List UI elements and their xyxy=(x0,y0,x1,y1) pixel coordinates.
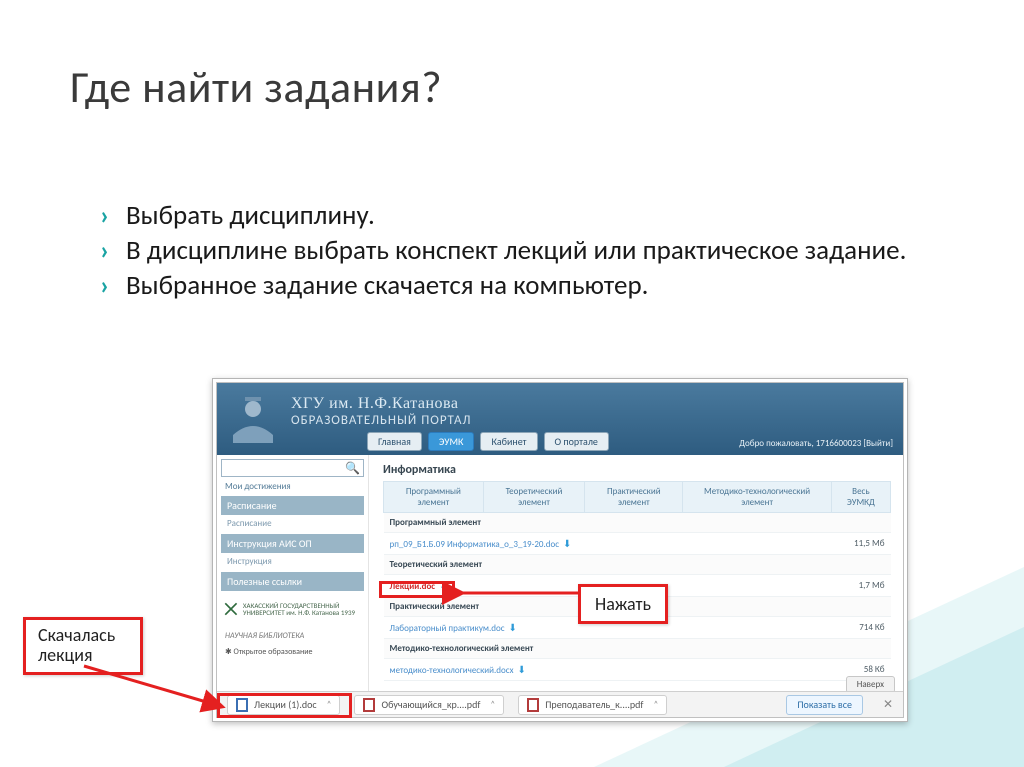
chevron-up-icon: ˄ xyxy=(653,699,658,710)
arrow-to-lecture xyxy=(454,584,580,602)
sidebar-library-link[interactable]: НАУЧНАЯ БИБЛИОТЕКА xyxy=(221,627,364,645)
col-method[interactable]: Методико-технологический элемент xyxy=(683,482,831,513)
elements-table: Программный элемент Теоретический элемен… xyxy=(383,481,891,681)
download-chip-pdf1[interactable]: Обучающийся_кр....pdf ˄ xyxy=(354,695,504,715)
table-row: методико-технологический.docx⬇ 58 Кб xyxy=(384,659,891,681)
sidebar-head-links: Полезные ссылки xyxy=(221,572,364,591)
table-row: рп_09_Б1.Б.09 Информатика_о_3_19-20.doc⬇… xyxy=(384,533,891,555)
sidebar: 🔍 Мои достижения Расписание Расписание И… xyxy=(217,455,369,697)
bullet-item: Выбранное задание скачается на компьютер… xyxy=(100,270,930,301)
sidebar-item-instruction[interactable]: Инструкция xyxy=(221,553,364,570)
close-icon[interactable]: ✕ xyxy=(883,697,893,712)
pdf-icon xyxy=(527,698,539,712)
chip-label: Обучающийся_кр....pdf xyxy=(381,698,480,711)
file-link-method[interactable]: методико-технологический.docx xyxy=(390,665,514,676)
bullet-item: Выбрать дисциплину. xyxy=(100,200,930,231)
search-input[interactable]: 🔍 xyxy=(221,459,364,477)
nav-about[interactable]: О портале xyxy=(544,432,609,451)
col-theory[interactable]: Теоретический элемент xyxy=(483,482,584,513)
bullet-list: Выбрать дисциплину. В дисциплине выбрать… xyxy=(100,200,930,305)
openedu-label: Открытое образование xyxy=(234,647,313,657)
chip-label: Преподаватель_к....pdf xyxy=(545,698,643,711)
download-icon[interactable]: ⬇ xyxy=(509,621,517,634)
download-chip-pdf2[interactable]: Преподаватель_к....pdf ˄ xyxy=(518,695,667,715)
group-program: Программный элемент xyxy=(384,513,891,533)
file-size: 11,5 Мб xyxy=(831,533,890,555)
nav-main[interactable]: Главная xyxy=(367,432,422,451)
file-link-lab[interactable]: Лабораторный практикум.doc xyxy=(390,623,505,634)
sidebar-head-schedule: Расписание xyxy=(221,496,364,515)
sidebar-openedu-link[interactable]: ✱ Открытое образование xyxy=(221,645,364,659)
group-method: Методико-технологический элемент xyxy=(384,639,891,659)
col-all[interactable]: Весь ЭУМКД xyxy=(831,482,890,513)
univ-text: ХАКАССКИЙ ГОСУДАРСТВЕННЫЙ УНИВЕРСИТЕТ им… xyxy=(243,602,362,616)
col-practice[interactable]: Практический элемент xyxy=(585,482,683,513)
main-panel: Информатика Программный элемент Теоретич… xyxy=(369,455,903,697)
sidebar-item-schedule[interactable]: Расписание xyxy=(221,515,364,532)
portal-header: ХГУ им. Н.Ф.Катанова ОБРАЗОВАТЕЛЬНЫЙ ПОР… xyxy=(217,383,903,455)
welcome-text: Добро пожаловать, 1716600023 [Выйти] xyxy=(739,438,893,449)
show-all-button[interactable]: Показать все xyxy=(786,695,863,715)
col-program[interactable]: Программный элемент xyxy=(384,482,484,513)
discipline-title: Информатика xyxy=(383,463,891,477)
download-icon[interactable]: ⬇ xyxy=(517,663,525,676)
file-link-program[interactable]: рп_09_Б1.Б.09 Информатика_о_3_19-20.doc xyxy=(390,539,560,550)
download-icon[interactable]: ⬇ xyxy=(563,537,571,550)
file-size: 1,7 Мб xyxy=(831,575,890,597)
sidebar-univ-link[interactable]: ХАКАССКИЙ ГОСУДАРСТВЕННЫЙ УНИВЕРСИТЕТ им… xyxy=(221,591,364,627)
sidebar-achievements[interactable]: Мои достижения xyxy=(225,481,364,492)
portal-org-name: ХГУ им. Н.Ф.Катанова xyxy=(291,395,458,413)
arrow-to-chip xyxy=(80,662,240,722)
nav-cabinet[interactable]: Кабинет xyxy=(480,432,537,451)
pdf-icon xyxy=(363,698,375,712)
bullet-item: В дисциплине выбрать конспект лекций или… xyxy=(100,235,930,266)
group-theory: Теоретический элемент xyxy=(384,555,891,575)
portal-logo-icon xyxy=(223,387,283,447)
file-size: 714 Кб xyxy=(831,617,890,639)
nav-eumk[interactable]: ЭУМК xyxy=(428,432,475,451)
annotation-press: Нажать xyxy=(578,584,668,624)
portal-subtitle: ОБРАЗОВАТЕЛЬНЫЙ ПОРТАЛ xyxy=(291,413,472,428)
univ-icon xyxy=(223,595,239,623)
embedded-screenshot: ХГУ им. Н.Ф.Катанова ОБРАЗОВАТЕЛЬНЫЙ ПОР… xyxy=(212,378,908,722)
search-icon: 🔍 xyxy=(345,461,360,476)
highlight-lecture-link xyxy=(379,581,455,598)
sidebar-head-instruction: Инструкция АИС ОП xyxy=(221,534,364,553)
chevron-up-icon: ˄ xyxy=(490,699,495,710)
slide-title: Где найти задания? xyxy=(70,60,442,114)
